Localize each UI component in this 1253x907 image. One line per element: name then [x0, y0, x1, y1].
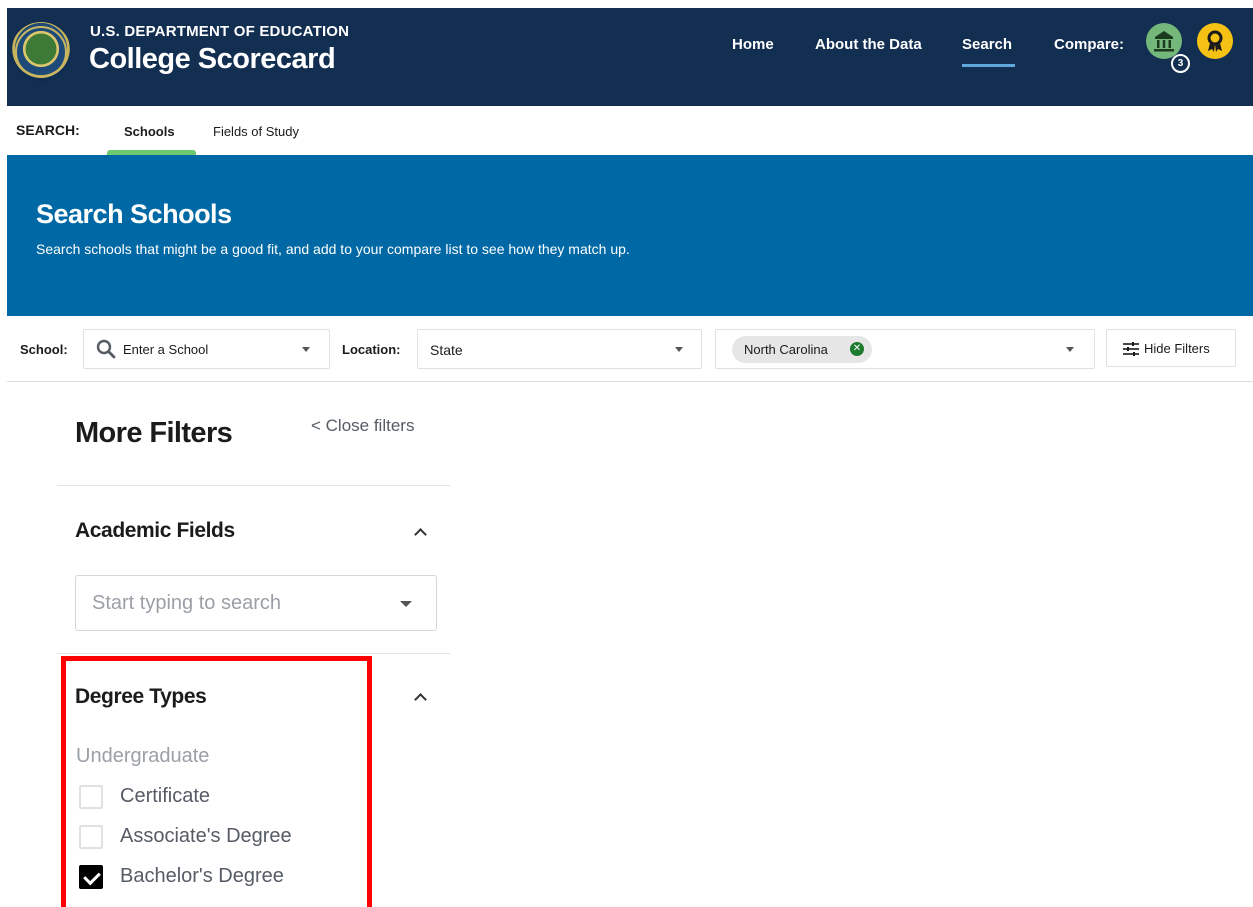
- state-chip: North Carolina ✕: [732, 336, 872, 363]
- certificate-label[interactable]: Certificate: [120, 785, 210, 808]
- filters-divider: [57, 653, 450, 654]
- compare-count-badge: 3: [1171, 54, 1190, 73]
- sliders-icon: [1123, 342, 1139, 356]
- agency-name: U.S. DEPARTMENT OF EDUCATION: [90, 23, 350, 40]
- undergraduate-group-label: Undergraduate: [76, 745, 210, 767]
- location-type-value: State: [430, 342, 463, 358]
- state-select[interactable]: North Carolina ✕: [715, 329, 1095, 369]
- chevron-down-icon: [1066, 347, 1074, 352]
- search-icon: [96, 339, 116, 359]
- remove-chip-icon[interactable]: ✕: [850, 342, 864, 356]
- hide-filters-button[interactable]: Hide Filters: [1106, 329, 1236, 367]
- certificate-checkbox[interactable]: [79, 785, 103, 809]
- bachelors-checkbox[interactable]: [79, 865, 103, 889]
- nav-search-active-indicator: [962, 64, 1015, 67]
- school-search-placeholder: Enter a School: [123, 342, 209, 357]
- page-title: Search Schools: [36, 199, 232, 229]
- school-search-input[interactable]: Enter a School: [83, 329, 330, 369]
- ribbon-award-icon: [1207, 30, 1223, 52]
- chevron-down-icon: [400, 601, 412, 607]
- school-label: School:: [20, 342, 68, 357]
- associates-label[interactable]: Associate's Degree: [120, 825, 292, 848]
- close-filters-link[interactable]: < Close filters: [311, 416, 414, 436]
- site-header: U.S. DEPARTMENT OF EDUCATION College Sco…: [7, 8, 1253, 106]
- tab-schools[interactable]: Schools: [124, 124, 175, 139]
- nav-search[interactable]: Search: [962, 36, 1012, 53]
- tab-fields-of-study[interactable]: Fields of Study: [213, 124, 299, 139]
- chevron-down-icon: [302, 347, 310, 352]
- degree-types-title[interactable]: Degree Types: [75, 685, 207, 709]
- location-type-select[interactable]: State: [417, 329, 702, 369]
- chevron-up-icon[interactable]: [414, 528, 427, 541]
- subnav-label: SEARCH:: [16, 122, 80, 138]
- search-row-divider: [7, 381, 1253, 382]
- nav-home[interactable]: Home: [732, 36, 774, 53]
- department-of-education-seal-icon[interactable]: [11, 22, 71, 82]
- more-filters-title: More Filters: [75, 417, 233, 449]
- search-banner: [7, 155, 1253, 316]
- nav-compare-label: Compare:: [1054, 36, 1125, 53]
- academic-fields-placeholder: Start typing to search: [92, 592, 281, 614]
- filters-divider: [57, 485, 450, 486]
- compare-fields-button[interactable]: [1197, 23, 1233, 59]
- chevron-up-icon[interactable]: [414, 693, 427, 706]
- hide-filters-label: Hide Filters: [1144, 341, 1210, 356]
- associates-checkbox[interactable]: [79, 825, 103, 849]
- nav-about-the-data[interactable]: About the Data: [815, 36, 922, 53]
- state-chip-label: North Carolina: [744, 342, 828, 357]
- site-title[interactable]: College Scorecard: [89, 43, 336, 76]
- page-subtitle: Search schools that might be a good fit,…: [36, 241, 630, 257]
- bachelors-label[interactable]: Bachelor's Degree: [120, 865, 284, 888]
- location-label: Location:: [342, 342, 401, 357]
- academic-fields-title[interactable]: Academic Fields: [75, 519, 235, 543]
- academic-fields-input[interactable]: Start typing to search: [75, 575, 437, 631]
- chevron-down-icon: [675, 347, 683, 352]
